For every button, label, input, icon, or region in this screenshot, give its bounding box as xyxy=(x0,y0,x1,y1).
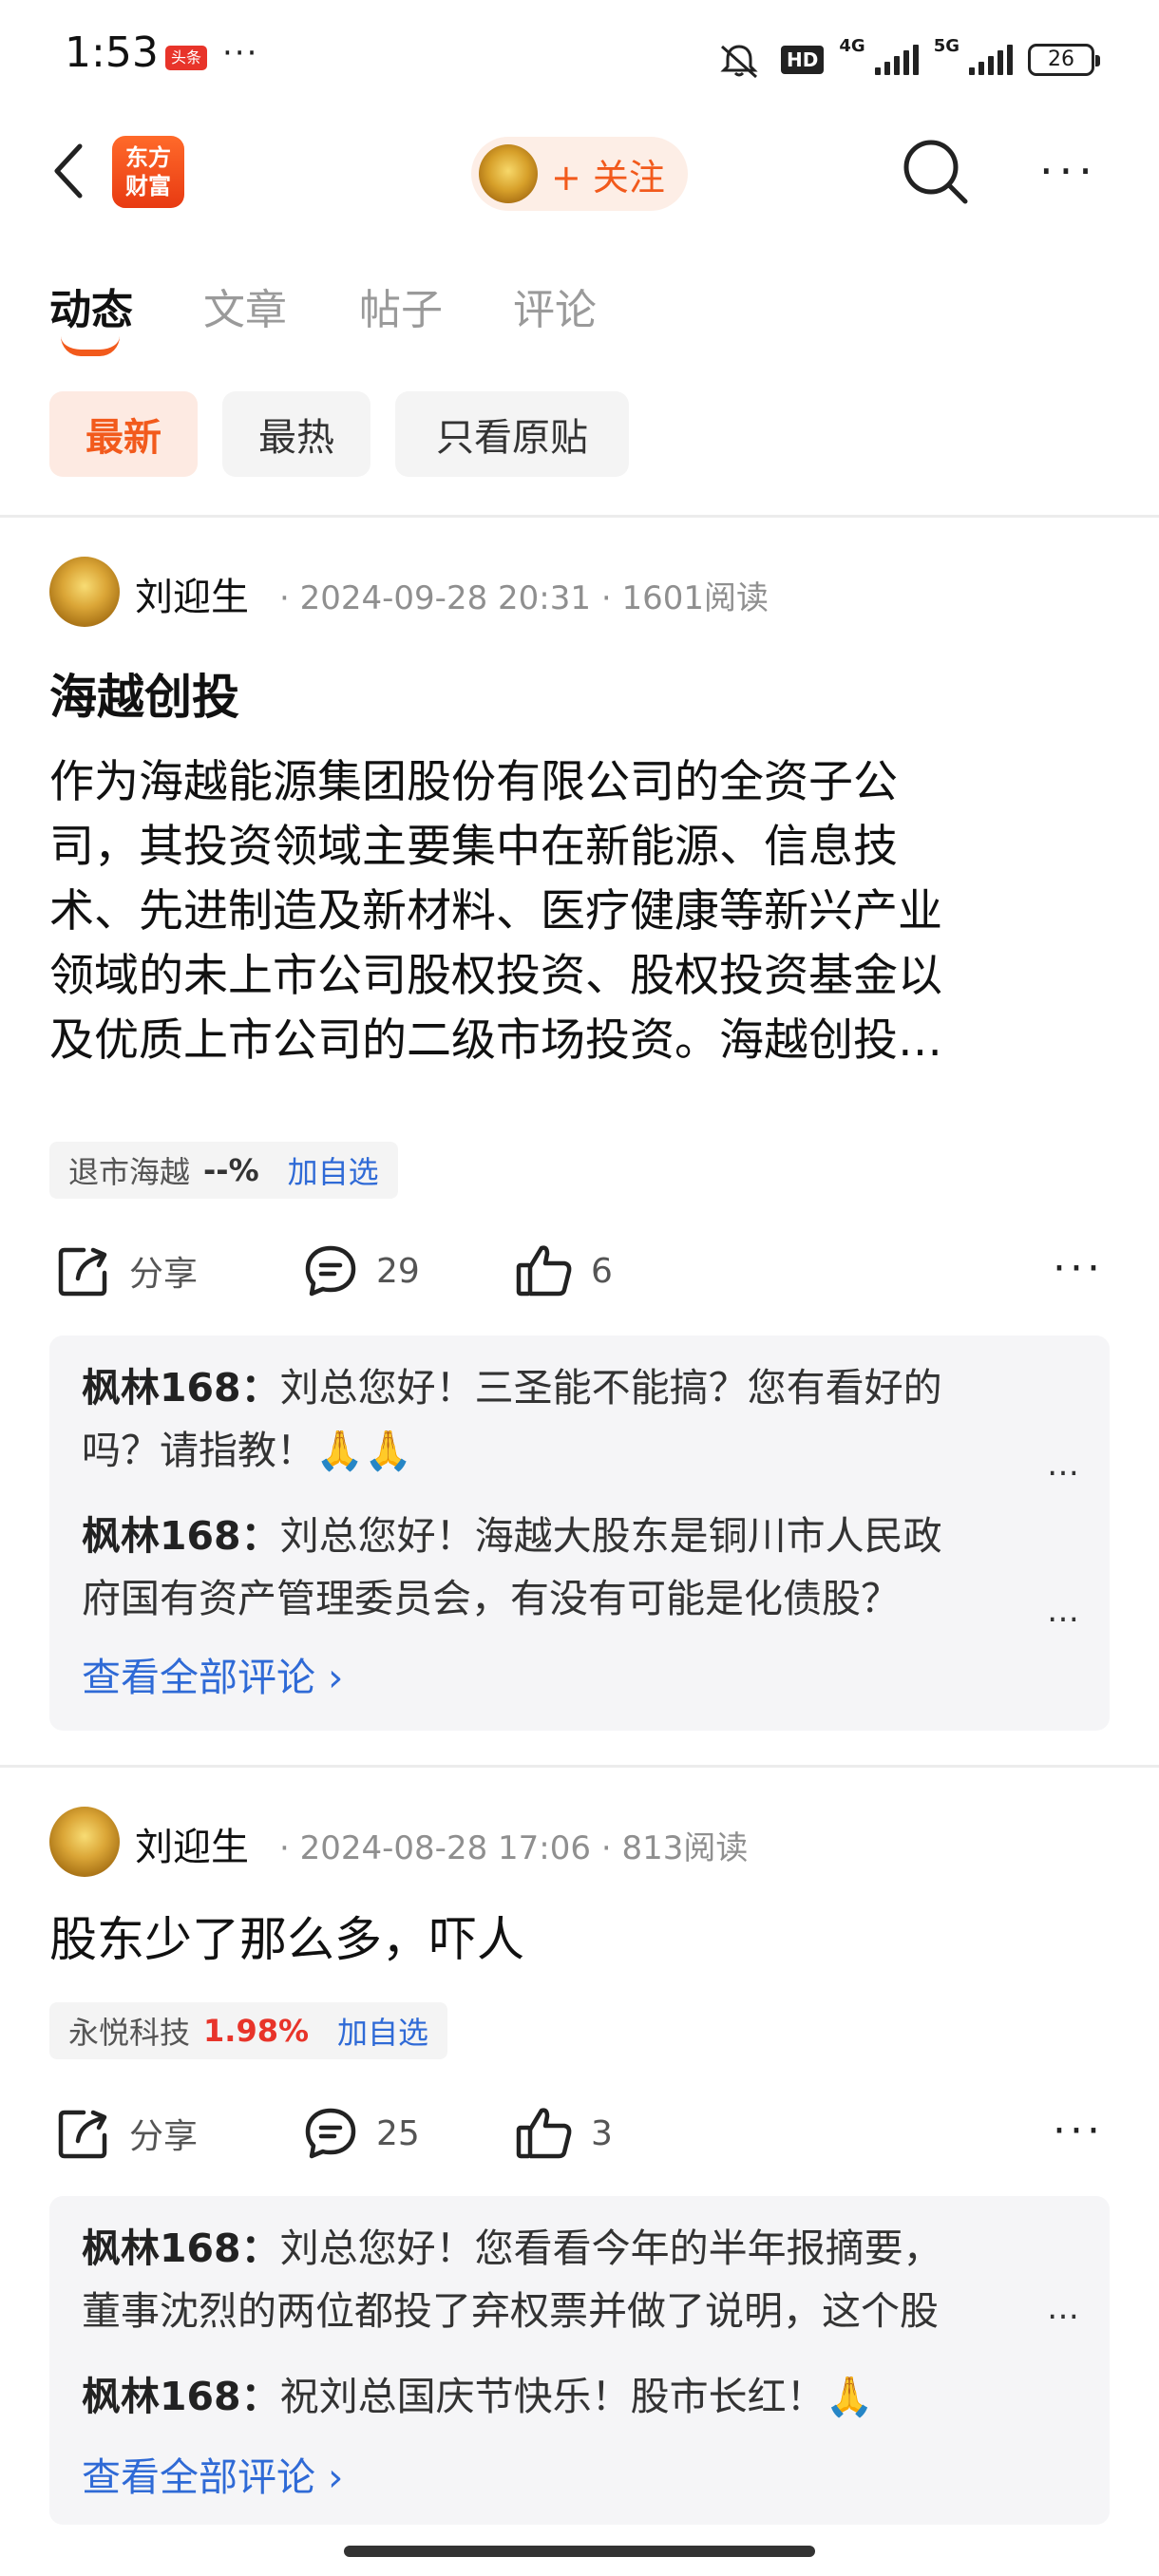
app-badge-icon: 头条 xyxy=(165,46,207,70)
comment-item[interactable]: 枫林168：祝刘总国庆节快乐！股市长红！🙏 xyxy=(82,2365,1070,2428)
signal-4g-icon xyxy=(874,45,919,75)
comment-button[interactable]: 25 xyxy=(302,2105,420,2162)
divider xyxy=(0,1765,1159,1768)
comment-preview-box[interactable]: 枫林168：刘总您好！您看看今年的半年报摘要， 董事沈烈的两位都投了弃权票并做了… xyxy=(49,2196,1110,2525)
stock-tag[interactable]: 永悦科技 1.98% 加自选 xyxy=(49,2002,448,2059)
post-body[interactable]: 作为海越能源集团股份有限公司的全资子公 司，其投资领域主要集中在新能源、信息技 … xyxy=(49,750,1113,1073)
add-watchlist-button[interactable]: 加自选 xyxy=(337,2009,428,2053)
tab-active-indicator xyxy=(61,336,120,356)
more-menu-icon[interactable]: ··· xyxy=(1039,149,1098,193)
view-all-comments-link[interactable]: 查看全部评论 › xyxy=(82,1645,343,1702)
comment-item[interactable]: 枫林168：刘总您好！三圣能不能搞？您有看好的 吗？请指教！🙏🙏 xyxy=(82,1356,1070,1482)
stock-tag[interactable]: 退市海越 --% 加自选 xyxy=(49,1142,398,1199)
filter-latest[interactable]: 最新 xyxy=(49,391,198,477)
filter-original-only[interactable]: 只看原贴 xyxy=(395,391,629,477)
like-count: 3 xyxy=(591,2113,613,2153)
follow-label: + 关注 xyxy=(551,156,665,199)
post-body[interactable]: 股东少了那么多，吓人 xyxy=(49,1907,1113,1972)
share-icon xyxy=(58,1247,107,1297)
net-5g-label: 5G xyxy=(933,36,960,56)
filter-hottest[interactable]: 最热 xyxy=(222,391,370,477)
comment-user: 枫林168： xyxy=(82,2226,280,2271)
tab-articles[interactable]: 文章 xyxy=(203,275,287,336)
post-meta: · 2024-09-28 20:31 · 1601阅读 xyxy=(279,579,769,617)
divider xyxy=(0,515,1159,518)
back-arrow-icon[interactable] xyxy=(49,141,87,201)
like-button[interactable]: 6 xyxy=(515,1242,613,1299)
signal-5g-icon xyxy=(969,45,1013,75)
comment-icon xyxy=(305,1245,356,1297)
comment-ellipsis: … xyxy=(1047,1446,1079,1484)
post-title[interactable]: 海越创投 xyxy=(49,659,239,728)
comment-button[interactable]: 29 xyxy=(302,1242,420,1299)
mute-bell-icon xyxy=(720,45,758,79)
share-icon xyxy=(58,2110,107,2159)
post-meta: · 2024-08-28 17:06 · 813阅读 xyxy=(279,1829,749,1867)
thumbs-up-icon xyxy=(516,1245,572,1297)
stock-change: --% xyxy=(203,1152,259,1188)
comment-ellipsis: … xyxy=(1047,1592,1079,1630)
comment-icon xyxy=(305,2108,356,2159)
tab-posts[interactable]: 帖子 xyxy=(359,275,443,336)
author-avatar[interactable] xyxy=(49,1807,120,1877)
comment-count: 25 xyxy=(376,2113,420,2153)
stock-name: 永悦科技 xyxy=(68,2015,191,2051)
status-more-dots: ··· xyxy=(222,34,259,72)
view-all-comments-link[interactable]: 查看全部评论 › xyxy=(82,2445,343,2502)
comment-item[interactable]: 枫林168：刘总您好！海越大股东是铜川市人民政 府国有资产管理委员会，有没有可能… xyxy=(82,1505,1070,1630)
comment-count: 29 xyxy=(376,1251,420,1291)
home-indicator[interactable] xyxy=(344,2546,815,2557)
comment-user: 枫林168： xyxy=(82,2374,280,2419)
share-button[interactable]: 分享 xyxy=(55,2105,198,2162)
stock-name: 退市海越 xyxy=(68,1154,191,1190)
like-count: 6 xyxy=(591,1251,613,1291)
hd-icon: HD xyxy=(781,46,825,74)
author-name[interactable]: 刘迎生 xyxy=(135,1816,249,1871)
comment-user: 枫林168： xyxy=(82,1365,280,1411)
net-4g-label: 4G xyxy=(839,36,865,56)
add-watchlist-button[interactable]: 加自选 xyxy=(288,1148,379,1192)
tab-comments[interactable]: 评论 xyxy=(513,275,597,336)
comment-preview-box[interactable]: 枫林168：刘总您好！三圣能不能搞？您有看好的 吗？请指教！🙏🙏 … 枫林168… xyxy=(49,1335,1110,1731)
status-time: 1:53 xyxy=(65,28,159,77)
follow-button[interactable]: + 关注 xyxy=(471,137,688,211)
comment-ellipsis: … xyxy=(1047,2289,1079,2327)
thumbs-up-icon xyxy=(516,2108,572,2159)
status-icons: HD 4G 5G 26 xyxy=(712,36,1100,84)
stock-change: 1.98% xyxy=(203,2013,310,2049)
comment-user: 枫林168： xyxy=(82,1513,280,1559)
battery-icon: 26 xyxy=(1028,44,1100,76)
user-avatar xyxy=(479,144,538,203)
comment-item[interactable]: 枫林168：刘总您好！您看看今年的半年报摘要， 董事沈烈的两位都投了弃权票并做了… xyxy=(82,2217,1070,2342)
tab-dynamic[interactable]: 动态 xyxy=(49,275,133,336)
like-button[interactable]: 3 xyxy=(515,2105,613,2162)
search-icon[interactable] xyxy=(899,135,971,207)
post-more-icon[interactable]: ··· xyxy=(1053,1244,1104,1293)
post-more-icon[interactable]: ··· xyxy=(1053,2107,1104,2155)
app-logo[interactable]: 东方 财富 xyxy=(112,136,184,208)
author-avatar[interactable] xyxy=(49,557,120,627)
share-button[interactable]: 分享 xyxy=(55,1242,198,1299)
author-name[interactable]: 刘迎生 xyxy=(135,566,249,621)
